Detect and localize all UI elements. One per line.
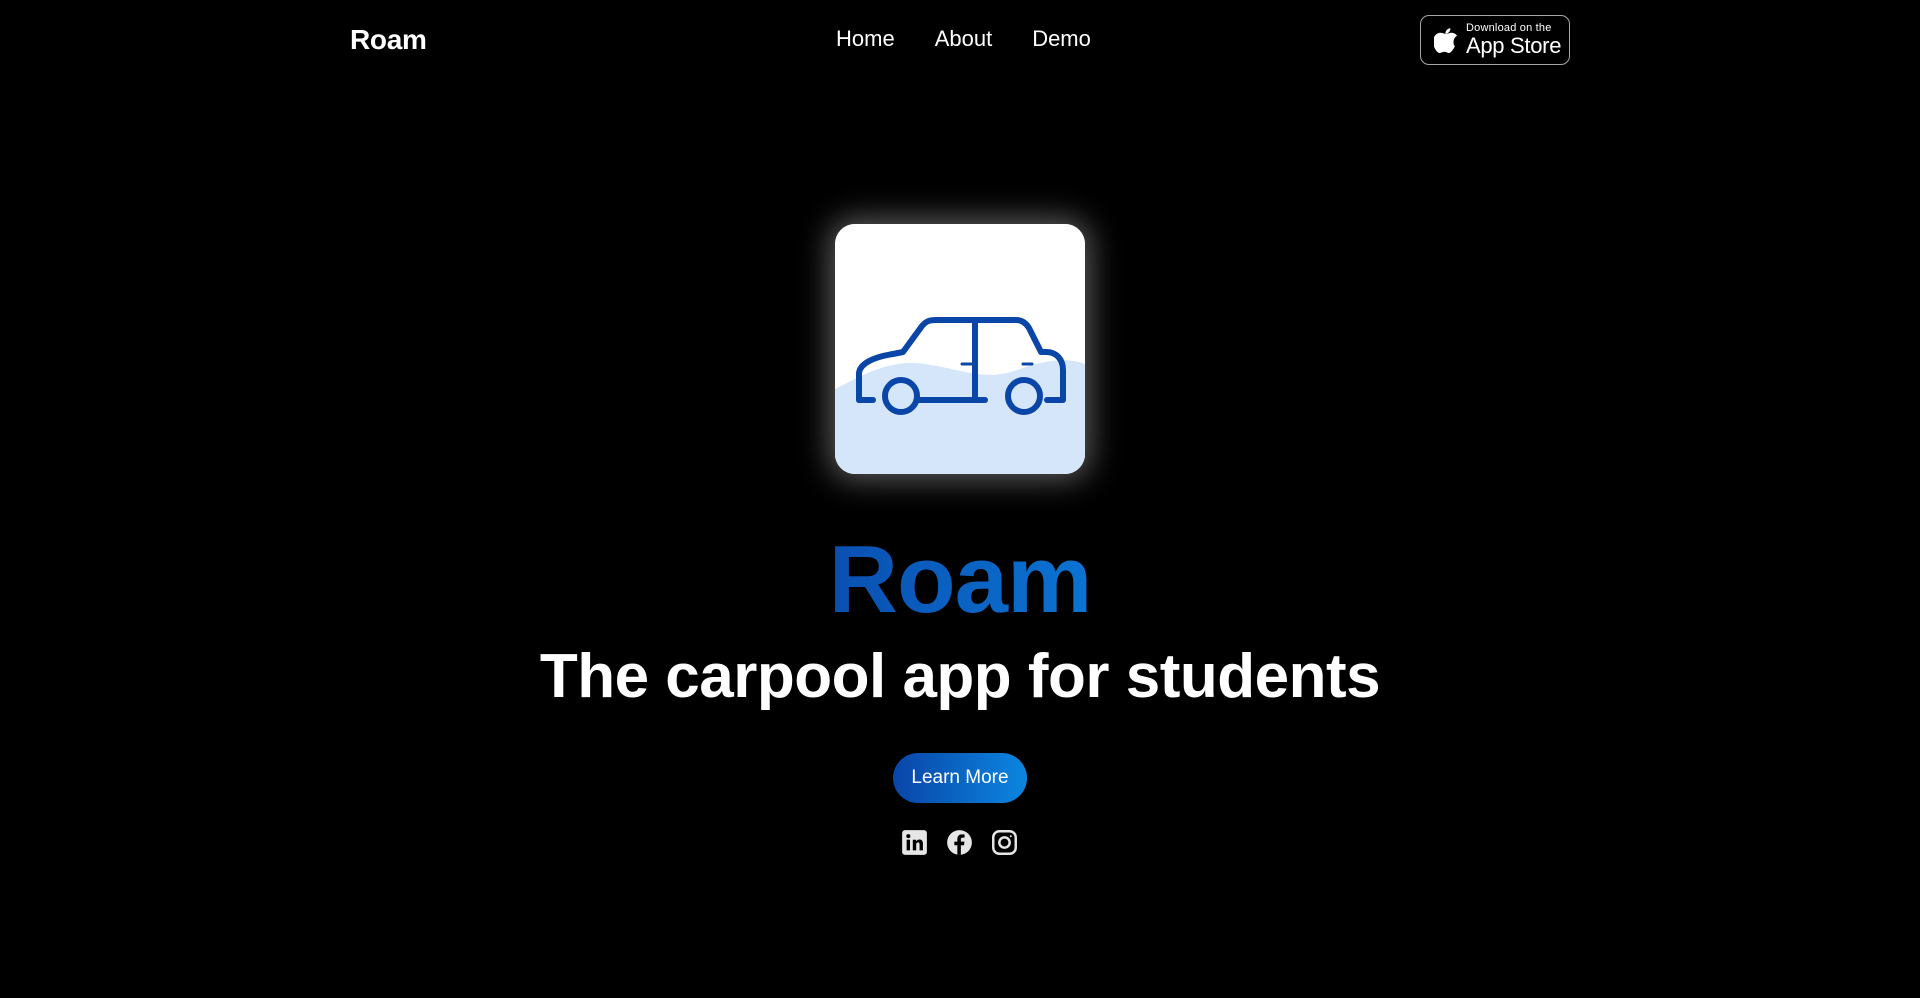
- learn-more-button[interactable]: Learn More: [893, 753, 1027, 803]
- nav-link-about[interactable]: About: [935, 26, 993, 52]
- app-store-badge-label: App Store: [1466, 33, 1562, 58]
- hero-title: Roam: [0, 530, 1920, 630]
- social-links: [901, 829, 1018, 856]
- car-icon: [835, 224, 1085, 474]
- apple-icon: [1434, 28, 1458, 53]
- app-icon: [835, 224, 1085, 474]
- landing-page: Roam Home About Demo Download on the App…: [0, 0, 1920, 998]
- instagram-icon[interactable]: [991, 829, 1018, 856]
- facebook-icon[interactable]: [946, 829, 973, 856]
- app-store-badge[interactable]: Download on the App Store: [1420, 15, 1570, 65]
- top-navbar: Roam Home About Demo Download on the App…: [0, 0, 1920, 80]
- brand-logo[interactable]: Roam: [350, 24, 427, 56]
- linkedin-icon[interactable]: [901, 829, 928, 856]
- nav-links: Home About Demo: [836, 26, 1091, 52]
- app-store-badge-text: Download on the App Store: [1466, 23, 1561, 57]
- hero-subtitle: The carpool app for students: [539, 642, 1381, 711]
- nav-link-home[interactable]: Home: [836, 26, 895, 52]
- nav-link-demo[interactable]: Demo: [1032, 26, 1091, 52]
- hero-title-text: Roam: [828, 526, 1093, 633]
